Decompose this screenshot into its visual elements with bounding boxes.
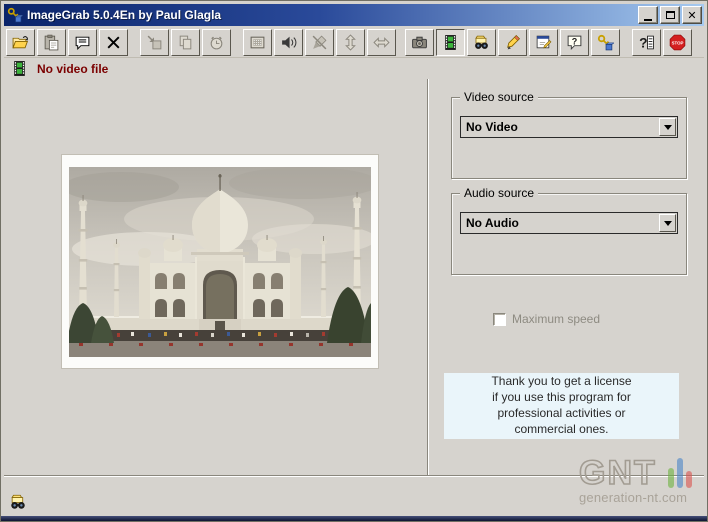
taj-mahal-photo [69,166,371,357]
filmstrip-icon [445,34,456,50]
export-frame-button [140,28,169,56]
chevron-down-icon [663,221,672,230]
timer-button [202,28,231,56]
paste-icon [44,34,59,50]
video-mode-button[interactable] [436,28,465,56]
gnt-bar [686,471,692,488]
frame-display [61,154,379,369]
arrows-horizontal-icon [373,36,390,48]
audio-source-group: Audio source No Audio [451,186,687,275]
app-icon [7,7,24,23]
draw-off-button [305,28,334,56]
toolbar: ?? STOP [4,27,704,58]
paste-button[interactable] [37,28,66,56]
speaker-icon [282,36,297,48]
chevron-down-icon [663,125,672,134]
open-file-button[interactable] [6,28,35,56]
minimize-icon [644,18,652,21]
audio-button[interactable] [274,28,303,56]
gnt-bar [677,458,683,488]
video-source-select[interactable]: No Video [460,116,678,138]
maximum-speed-row: Maximum speed [493,312,600,326]
close-icon: ✕ [687,8,697,22]
find-button[interactable] [467,28,496,56]
svg-text:?: ? [572,36,578,46]
license-button[interactable] [591,28,620,56]
close-button[interactable]: ✕ [682,6,702,24]
annotate-button[interactable] [498,28,527,56]
stop-button[interactable]: STOP [663,28,692,56]
title-bar[interactable]: ImageGrab 5.0.4En by Paul Glagla ✕ [4,4,704,26]
window-title: ImageGrab 5.0.4En by Paul Glagla [27,8,222,22]
gnt-logo-row: GNT [579,457,701,489]
arrows-vertical-icon [345,33,356,51]
stop-icon: STOP [669,34,686,50]
toolbar-separator [130,29,140,56]
gnt-site-url: generation-nt.com [579,490,688,505]
binoculars-icon [9,493,27,511]
maximize-button[interactable] [660,6,680,24]
maximize-icon [665,11,675,19]
key-cube-glyph [7,7,24,23]
gnt-bar [668,468,674,488]
minimize-button[interactable] [638,6,658,24]
help-icon: ? [567,35,582,50]
comment-icon [75,36,90,50]
status-text: No video file [37,61,109,76]
audio-source-label: Audio source [460,186,539,200]
gnt-watermark: GNT generation-nt.com [579,457,701,505]
snapshot-button[interactable] [405,28,434,56]
svg-text:?: ? [639,34,647,50]
resize-vertical-button [336,28,365,56]
filmstrip-glyph [14,61,25,76]
audio-source-value: No Audio [466,216,519,230]
folder-open-icon [12,35,29,48]
grab-frame-icon [147,35,162,49]
panel-divider [427,79,429,475]
comment-button[interactable] [68,28,97,56]
delete-button[interactable] [99,28,128,56]
brush-off-icon [312,35,327,49]
properties-button[interactable] [529,28,558,56]
toolbar-separator [622,29,632,56]
help-button[interactable]: ? [560,28,589,56]
camera-icon [412,36,427,48]
display-icon [250,36,265,48]
key-cube-icon [597,34,614,50]
video-source-group: Video source No Video [451,90,687,179]
copy-button [171,28,200,56]
video-source-label: Video source [460,90,538,104]
hand-pencil-icon [507,34,521,49]
filmstrip-icon [11,60,28,77]
toolbar-separator [398,29,405,56]
audio-source-select[interactable]: No Audio [460,212,678,234]
toolbar-separator [233,29,243,56]
gnt-bars [668,458,692,488]
alarm-icon [210,36,223,49]
copy-icon [179,35,192,49]
delete-icon [107,36,120,48]
maximum-speed-checkbox [493,312,506,326]
binoculars-glyph [11,494,25,509]
status-line: No video file [11,60,108,77]
license-notice: Thank you to get a license if you use th… [444,373,679,439]
video-source-dropdown-button[interactable] [659,118,676,136]
video-help-button[interactable]: ? [632,28,661,56]
audio-source-dropdown-button[interactable] [659,214,676,232]
svg-text:GNT: GNT [579,457,657,489]
resize-horizontal-button [367,28,396,56]
binoculars-icon [475,35,488,49]
video-source-value: No Video [466,120,518,134]
svg-text:STOP: STOP [672,40,684,45]
gnt-logo: GNT [579,457,657,489]
imagegrab-window: { "window": { "title": "ImageGrab 5.0.4E… [0,0,708,522]
help-list-icon: ? [639,34,654,50]
properties-icon [536,35,552,48]
maximum-speed-label: Maximum speed [512,312,601,326]
display-button[interactable] [243,28,272,56]
window-bottom-edge [1,516,707,521]
